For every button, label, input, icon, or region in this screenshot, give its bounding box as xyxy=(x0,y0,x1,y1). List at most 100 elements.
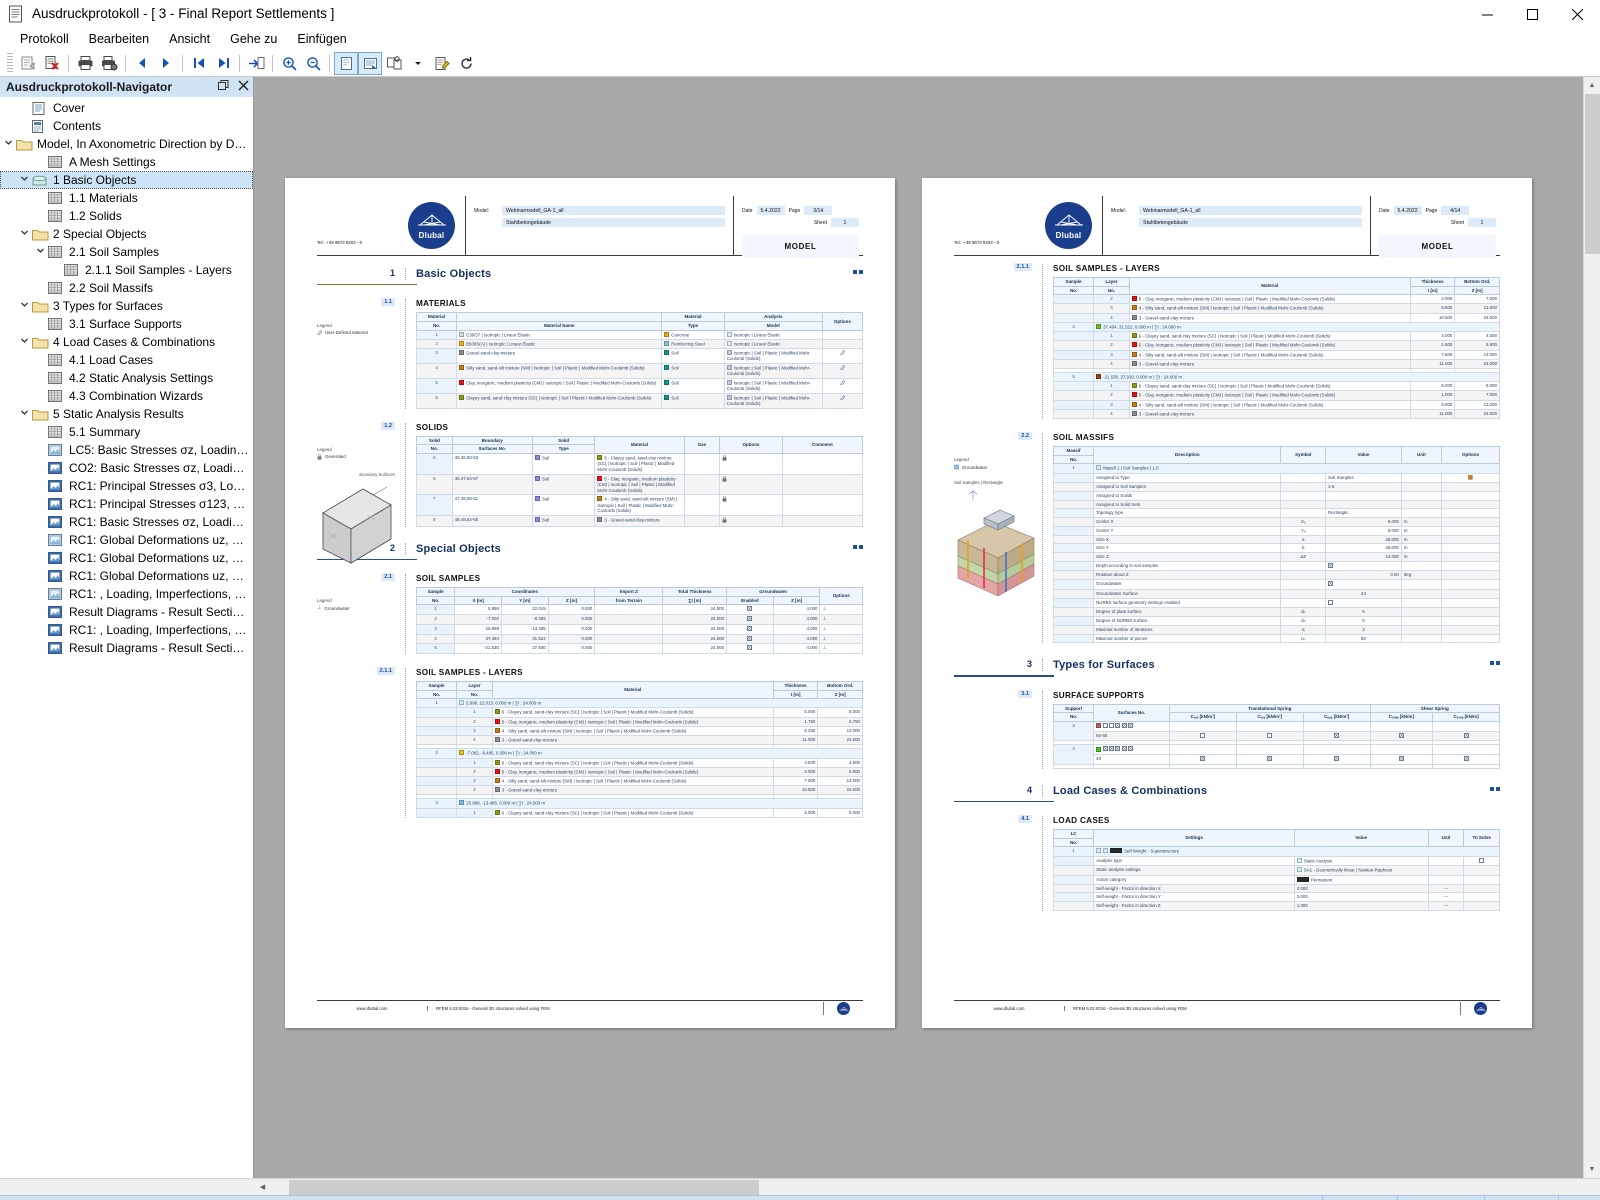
menu-protokoll[interactable]: Protokoll xyxy=(10,30,79,48)
navigator-item-20[interactable]: CO2: Basic Stresses σz, Loading, ⋯ xyxy=(0,459,253,477)
checkbox-icon[interactable] xyxy=(1464,733,1469,738)
zoom-in-icon[interactable] xyxy=(277,52,301,75)
previous-page-icon[interactable] xyxy=(130,52,154,75)
vertical-scrollbar[interactable]: ▲ ▼ xyxy=(1583,77,1600,1178)
chevron-down-icon[interactable] xyxy=(0,138,16,150)
support-flag-checkbox[interactable] xyxy=(1103,746,1108,751)
scroll-left-arrow-icon[interactable]: ◀ xyxy=(254,1183,271,1191)
checkbox-icon[interactable] xyxy=(747,645,752,650)
navigator-item-8[interactable]: 2.1 Soil Samples xyxy=(0,243,253,261)
navigator-item-23[interactable]: RC1: Basic Stresses σz, Loading, ⋯ xyxy=(0,513,253,531)
close-button[interactable] xyxy=(1555,0,1600,28)
navigator-item-14[interactable]: 4.1 Load Cases xyxy=(0,351,253,369)
navigator-item-19[interactable]: LC5: Basic Stresses σz, Loading, I⋯ xyxy=(0,441,253,459)
support-flag-checkbox[interactable] xyxy=(1109,723,1114,728)
checkbox-icon[interactable] xyxy=(1200,733,1205,738)
navigator-item-15[interactable]: 4.2 Static Analysis Settings xyxy=(0,369,253,387)
dropdown-arrow-icon[interactable] xyxy=(406,52,430,75)
checkbox-icon[interactable] xyxy=(1334,756,1339,761)
checkbox-icon[interactable] xyxy=(1399,733,1404,738)
checkbox-icon[interactable] xyxy=(1399,756,1404,761)
navigator-item-22[interactable]: RC1: Principal Stresses σ123, Loa⋯ xyxy=(0,495,253,513)
navigator-item-27[interactable]: RC1: , Loading, Imperfections, I… xyxy=(0,585,253,603)
toolbar-grip[interactable] xyxy=(7,53,13,73)
close-navigator-icon[interactable] xyxy=(233,80,253,94)
menu-gehe-zu[interactable]: Gehe zu xyxy=(220,30,287,48)
navigator-item-29[interactable]: RC1: , Loading, Imperfections, I… xyxy=(0,621,253,639)
scroll-up-arrow-icon[interactable]: ▲ xyxy=(1584,77,1600,94)
navigator-item-12[interactable]: 3.1 Surface Supports xyxy=(0,315,253,333)
last-page-icon[interactable] xyxy=(211,52,235,75)
document-viewport[interactable]: Tel.: +49 9673 9203 - 0 Dlubal Model: We… xyxy=(254,77,1600,1178)
two-page-view-icon[interactable] xyxy=(358,52,382,75)
menu-bearbeiten[interactable]: Bearbeiten xyxy=(79,30,159,48)
scroll-down-arrow-icon[interactable]: ▼ xyxy=(1584,1161,1600,1178)
checkbox-icon[interactable] xyxy=(1267,733,1272,738)
support-flag-checkbox[interactable] xyxy=(1115,746,1120,751)
checkbox-icon[interactable] xyxy=(1479,858,1484,863)
checkbox-icon[interactable] xyxy=(747,606,752,611)
refresh-icon[interactable] xyxy=(454,52,478,75)
open-report-icon[interactable] xyxy=(16,52,40,75)
navigator-item-10[interactable]: 2.2 Soil Massifs xyxy=(0,279,253,297)
report-page-right[interactable]: Tel.: +49 9673 9203 - 0 Dlubal Model: We… xyxy=(922,178,1532,1028)
checkbox-icon[interactable] xyxy=(1328,563,1333,568)
support-flag-checkbox[interactable] xyxy=(1109,746,1114,751)
navigator-item-30[interactable]: Result Diagrams - Result Section … xyxy=(0,639,253,657)
navigator-item-7[interactable]: 2 Special Objects xyxy=(0,225,253,243)
navigator-item-16[interactable]: 4.3 Combination Wizards xyxy=(0,387,253,405)
checkbox-icon[interactable] xyxy=(1328,600,1333,605)
go-to-page-icon[interactable] xyxy=(244,52,268,75)
horizontal-scroll-thumb[interactable] xyxy=(289,1180,759,1195)
single-page-view-icon[interactable] xyxy=(334,52,358,75)
footer-url[interactable]: www.dlubal.com xyxy=(317,1006,427,1011)
navigator-item-4[interactable]: 1 Basic Objects xyxy=(0,171,253,189)
edit-header-icon[interactable] xyxy=(430,52,454,75)
support-flag-checkbox[interactable] xyxy=(1128,723,1133,728)
navigator-item-13[interactable]: 4 Load Cases & Combinations xyxy=(0,333,253,351)
navigator-item-21[interactable]: RC1: Principal Stresses σ3, Loadin⋯ xyxy=(0,477,253,495)
support-flag-checkbox[interactable] xyxy=(1128,746,1133,751)
undock-icon[interactable] xyxy=(213,80,233,94)
navigator-item-1[interactable]: Contents xyxy=(0,117,253,135)
maximize-button[interactable] xyxy=(1510,0,1555,28)
navigator-item-5[interactable]: 1.1 Materials xyxy=(0,189,253,207)
next-page-icon[interactable] xyxy=(154,52,178,75)
first-page-icon[interactable] xyxy=(187,52,211,75)
navigator-item-9[interactable]: 2.1.1 Soil Samples - Layers xyxy=(0,261,253,279)
navigator-item-0[interactable]: Cover xyxy=(0,99,253,117)
checkbox-icon[interactable] xyxy=(747,626,752,631)
chevron-down-icon[interactable] xyxy=(16,336,32,348)
chevron-down-icon[interactable] xyxy=(16,174,32,186)
checkbox-icon[interactable] xyxy=(1200,756,1205,761)
navigator-item-26[interactable]: RC1: Global Deformations uz, Loa⋯ xyxy=(0,567,253,585)
menu-einfuegen[interactable]: Einfügen xyxy=(287,30,356,48)
checkbox-icon[interactable] xyxy=(1334,733,1339,738)
vertical-scroll-thumb[interactable] xyxy=(1585,94,1600,254)
zoom-out-icon[interactable] xyxy=(301,52,325,75)
support-flag-checkbox[interactable] xyxy=(1115,723,1120,728)
navigator-item-11[interactable]: 3 Types for Surfaces xyxy=(0,297,253,315)
navigator-tree[interactable]: CoverContentsModel, In Axonometric Direc… xyxy=(0,97,253,1178)
horizontal-scrollbar[interactable]: ◀ xyxy=(0,1178,1600,1195)
page-layout-icon[interactable] xyxy=(382,52,406,75)
chevron-down-icon[interactable] xyxy=(32,246,48,258)
navigator-item-24[interactable]: RC1: Global Deformations uz, Loa⋯ xyxy=(0,531,253,549)
chevron-down-icon[interactable] xyxy=(16,300,32,312)
navigator-item-6[interactable]: 1.2 Solids xyxy=(0,207,253,225)
checkbox-icon[interactable] xyxy=(747,636,752,641)
menu-ansicht[interactable]: Ansicht xyxy=(159,30,220,48)
navigator-item-2[interactable]: Model, In Axonometric Direction by Defau… xyxy=(0,135,253,153)
navigator-item-25[interactable]: RC1: Global Deformations uz, Loa⋯ xyxy=(0,549,253,567)
delete-report-icon[interactable] xyxy=(40,52,64,75)
report-page-left[interactable]: Tel.: +49 9673 9203 - 0 Dlubal Model: We… xyxy=(285,178,895,1028)
navigator-item-28[interactable]: Result Diagrams - Result Section … xyxy=(0,603,253,621)
support-flag-checkbox[interactable] xyxy=(1122,723,1127,728)
chevron-down-icon[interactable] xyxy=(16,408,32,420)
chevron-down-icon[interactable] xyxy=(16,228,32,240)
footer-url[interactable]: www.dlubal.com xyxy=(954,1006,1064,1011)
navigator-item-17[interactable]: 5 Static Analysis Results xyxy=(0,405,253,423)
checkbox-icon[interactable] xyxy=(1464,756,1469,761)
navigator-item-18[interactable]: 5.1 Summary xyxy=(0,423,253,441)
support-flag-checkbox[interactable] xyxy=(1103,723,1108,728)
